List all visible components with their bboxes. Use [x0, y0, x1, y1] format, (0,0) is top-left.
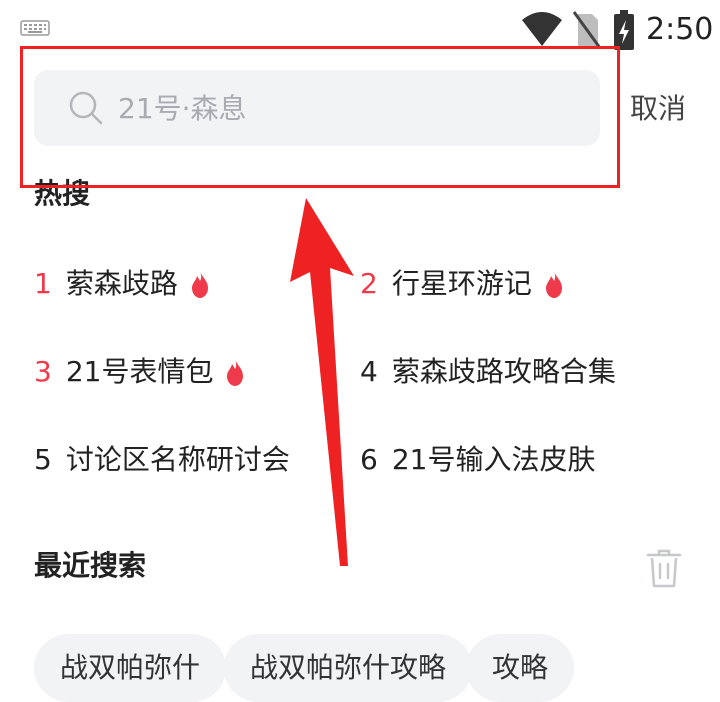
hot-search-item[interactable]: 2 行星环游记	[360, 264, 566, 304]
hot-search-item[interactable]: 4 萦森歧路攻略合集	[360, 352, 616, 392]
hot-search-rank: 5	[34, 443, 52, 476]
hot-search-rank: 6	[360, 443, 378, 476]
fire-icon	[191, 270, 208, 298]
hot-search-label: 萦森歧路	[65, 267, 178, 300]
recent-search-title: 最近搜索	[34, 549, 147, 582]
hot-search-item[interactable]: 1 萦森歧路	[34, 264, 212, 304]
hot-search-label: 萦森歧路攻略合集	[391, 355, 616, 388]
hot-search-rank: 4	[360, 355, 378, 388]
wifi-icon	[522, 12, 562, 46]
hot-search-item[interactable]: 5 讨论区名称研讨会	[34, 440, 290, 480]
no-sim-icon	[572, 11, 602, 49]
hot-search-label: 讨论区名称研讨会	[65, 443, 290, 476]
hot-search-rank: 2	[360, 267, 378, 300]
hot-search-item[interactable]: 6 21号输入法皮肤	[360, 440, 595, 480]
fire-icon	[545, 270, 562, 298]
keyboard-icon	[20, 20, 50, 36]
hot-search-item[interactable]: 3 21号表情包	[34, 352, 247, 392]
trash-icon[interactable]	[644, 546, 684, 590]
annotation-highlight-box	[20, 46, 620, 188]
hot-search-label: 行星环游记	[391, 267, 532, 300]
recent-search-chip[interactable]: 战双帕弥什	[34, 634, 227, 702]
hot-search-rank: 3	[34, 355, 52, 388]
hot-search-label: 21号输入法皮肤	[391, 443, 596, 476]
status-time: 2:50	[646, 12, 714, 47]
recent-search-chip[interactable]: 攻略	[466, 634, 575, 702]
hot-search-label: 21号表情包	[65, 355, 214, 388]
cancel-button[interactable]: 取消	[630, 86, 686, 132]
recent-search-chip[interactable]: 战双帕弥什攻略	[224, 634, 473, 702]
fire-icon	[227, 358, 244, 386]
hot-search-rank: 1	[34, 267, 52, 300]
annotation-arrow-icon	[290, 198, 354, 566]
